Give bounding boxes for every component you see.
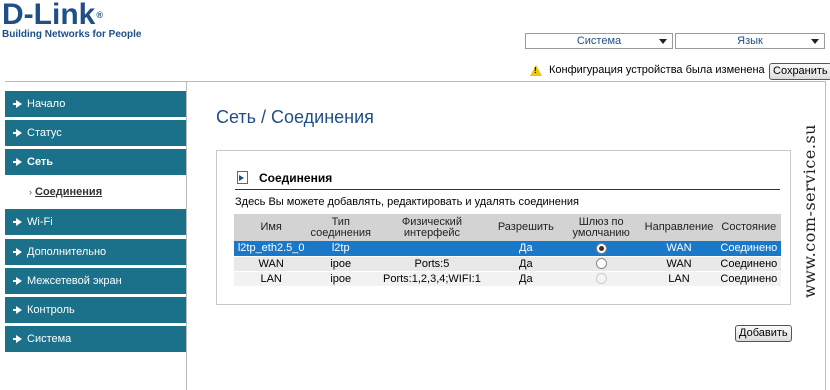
- default-gateway-radio[interactable]: [595, 242, 607, 254]
- warning-text: Конфигурация устройства была изменена: [549, 64, 765, 76]
- column-header: Шлюз по умолчанию: [560, 214, 642, 241]
- sidebar-item-wifi[interactable]: Wi-Fi: [5, 209, 186, 235]
- sidebar-item-control[interactable]: Контроль: [5, 297, 186, 323]
- logo-tagline: Building Networks for People: [2, 29, 142, 40]
- cell-direction: LAN: [641, 271, 717, 287]
- cell-interface: Ports:1,2,3,4;WIFI:1: [373, 271, 491, 287]
- cell-state: Соединено: [716, 241, 781, 257]
- cell-state: Соединено: [716, 256, 781, 272]
- save-button[interactable]: Сохранить: [769, 63, 830, 80]
- dlink-logo: D-Link® Building Networks for People: [2, 0, 141, 40]
- config-changed-notice: ! Конфигурация устройства была изменена: [530, 64, 765, 76]
- arrow-right-icon: [13, 158, 22, 166]
- sidebar-item-advanced[interactable]: Дополнительно: [5, 239, 186, 265]
- divider: [235, 189, 780, 190]
- arrow-right-icon: [13, 248, 22, 256]
- table-row[interactable]: WAN ipoe Ports:5 Да WAN Соединено: [234, 256, 781, 272]
- divider: [5, 81, 825, 82]
- page-title: Сеть / Соединения: [216, 107, 374, 127]
- divider: [825, 81, 826, 390]
- cell-type: ipoe: [308, 256, 374, 272]
- cell-direction: WAN: [641, 241, 717, 257]
- document-arrow-icon: [237, 171, 248, 184]
- arrow-right-icon: [13, 277, 22, 285]
- language-dropdown[interactable]: Язык: [675, 33, 825, 49]
- connections-panel: Соединения Здесь Вы можете добавлять, ре…: [216, 150, 791, 305]
- sidebar-item-system[interactable]: Система: [5, 326, 186, 352]
- column-header: Направление: [641, 214, 717, 241]
- table-row[interactable]: LAN ipoe Ports:1,2,3,4;WIFI:1 Да LAN Сое…: [234, 271, 781, 287]
- connections-table: Имя Тип соединения Физический интерфейс …: [234, 214, 781, 287]
- cell-gateway: [560, 241, 642, 257]
- cell-name: l2tp_eth2.5_0: [234, 241, 309, 257]
- chevron-down-icon: [811, 39, 819, 44]
- cell-enabled: Да: [490, 271, 561, 287]
- cell-interface: Ports:5: [373, 256, 491, 272]
- cell-gateway: [560, 271, 642, 287]
- cell-interface: [373, 241, 491, 257]
- chevron-right-icon: ›: [29, 186, 32, 197]
- table-row[interactable]: l2tp_eth2.5_0 l2tp Да WAN Соединено: [234, 241, 781, 257]
- cell-gateway: [560, 256, 642, 272]
- panel-description: Здесь Вы можете добавлять, редактировать…: [235, 196, 579, 208]
- default-gateway-radio: [595, 273, 607, 285]
- watermark: www.com-service.su: [800, 124, 819, 298]
- divider: [186, 81, 187, 390]
- arrow-right-icon: [13, 306, 22, 314]
- sidebar-item-firewall[interactable]: Межсетевой экран: [5, 268, 186, 294]
- sidebar-subitem-connections[interactable]: › Соединения: [5, 176, 186, 207]
- cell-type: l2tp: [308, 241, 374, 257]
- cell-state: Соединено: [716, 271, 781, 287]
- cell-direction: WAN: [641, 256, 717, 272]
- column-header: Тип соединения: [308, 214, 374, 241]
- cell-name: LAN: [234, 271, 309, 287]
- sidebar-item-status[interactable]: Статус: [5, 120, 186, 146]
- default-gateway-radio[interactable]: [595, 258, 607, 270]
- cell-enabled: Да: [490, 256, 561, 272]
- column-header: Физический интерфейс: [373, 214, 491, 241]
- cell-name: WAN: [234, 256, 309, 272]
- column-header: Состояние: [716, 214, 781, 241]
- column-header: Имя: [234, 214, 309, 241]
- cell-type: ipoe: [308, 271, 374, 287]
- panel-title: Соединения: [259, 171, 333, 185]
- logo-text: D-Link®: [2, 0, 103, 31]
- arrow-right-icon: [13, 218, 22, 226]
- system-dropdown[interactable]: Система: [525, 33, 673, 49]
- table-header-row: Имя Тип соединения Физический интерфейс …: [234, 214, 781, 241]
- cell-enabled: Да: [490, 241, 561, 257]
- column-header: Разрешить: [490, 214, 561, 241]
- warning-icon: !: [530, 64, 542, 76]
- chevron-down-icon: [659, 39, 667, 44]
- sidebar-item-start[interactable]: Начало: [5, 91, 186, 117]
- sidebar-item-network[interactable]: Сеть: [5, 149, 186, 175]
- arrow-right-icon: [13, 335, 22, 343]
- arrow-right-icon: [13, 129, 22, 137]
- add-button[interactable]: Добавить: [735, 325, 792, 342]
- arrow-right-icon: [13, 100, 22, 108]
